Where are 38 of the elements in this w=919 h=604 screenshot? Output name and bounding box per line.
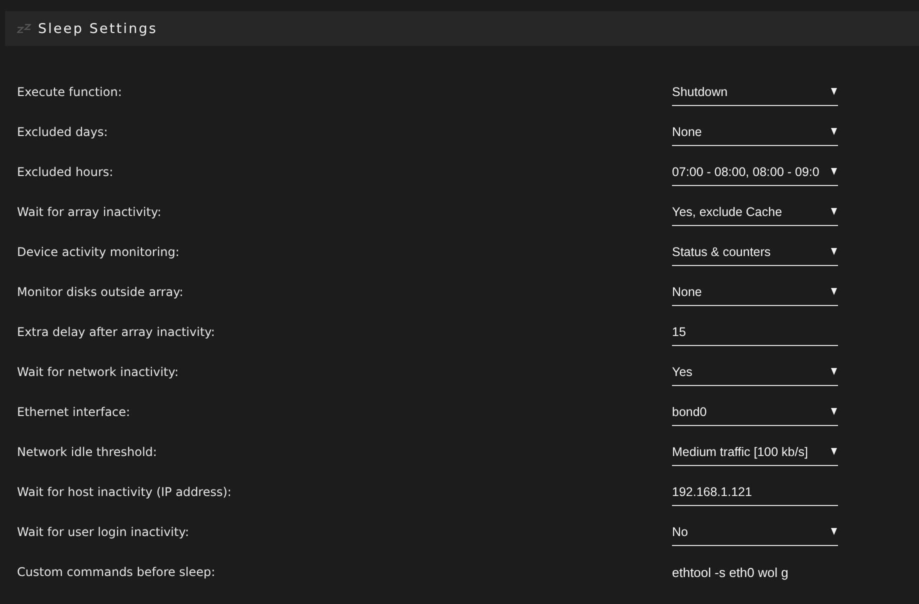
caret-icon [831, 448, 837, 455]
setting-label: Extra delay after array inactivity: [17, 325, 215, 339]
input-field[interactable]: 15 [672, 318, 838, 346]
input-field[interactable]: 192.168.1.121 [672, 478, 838, 506]
setting-label: Wait for array inactivity: [17, 205, 162, 219]
caret-icon [831, 88, 837, 95]
dropdown[interactable]: Shutdown [672, 78, 838, 106]
setting-label: Wait for host inactivity (IP address): [17, 485, 232, 499]
dropdown[interactable]: bond0 [672, 398, 838, 426]
caret-icon [831, 368, 837, 375]
setting-label: Excluded days: [17, 125, 108, 139]
caret-icon [831, 288, 837, 295]
dropdown[interactable]: Yes, exclude Cache [672, 198, 838, 226]
caret-icon [831, 128, 837, 135]
caret-icon [831, 248, 837, 255]
setting-label: Network idle threshold: [17, 445, 157, 459]
dropdown[interactable]: None [672, 278, 838, 306]
setting-label: Excluded hours: [17, 165, 114, 179]
setting-label: Ethernet interface: [17, 405, 130, 419]
dropdown[interactable]: Medium traffic [100 kb/s] [672, 438, 838, 466]
caret-icon [831, 528, 837, 535]
setting-label: Wait for network inactivity: [17, 365, 179, 379]
caret-icon [831, 168, 837, 175]
command-text: ethtool -s eth0 wol g [672, 564, 788, 580]
setting-label: Monitor disks outside array: [17, 285, 184, 299]
setting-label: Custom commands before sleep: [17, 565, 216, 579]
setting-label: Execute function: [17, 85, 122, 99]
dropdown[interactable]: Status & counters [672, 238, 838, 266]
dropdown[interactable]: None [672, 118, 838, 146]
setting-label: Device activity monitoring: [17, 245, 180, 259]
caret-icon [831, 408, 837, 415]
sleep-icon [17, 24, 31, 33]
setting-label: Wait for user login inactivity: [17, 525, 189, 539]
dropdown[interactable]: Yes [672, 358, 838, 386]
dropdown[interactable]: No [672, 518, 838, 546]
dropdown[interactable]: 07:00 - 08:00, 08:00 - 09:0 [672, 158, 838, 186]
caret-icon [831, 208, 837, 215]
section-title: Sleep Settings [38, 20, 158, 36]
